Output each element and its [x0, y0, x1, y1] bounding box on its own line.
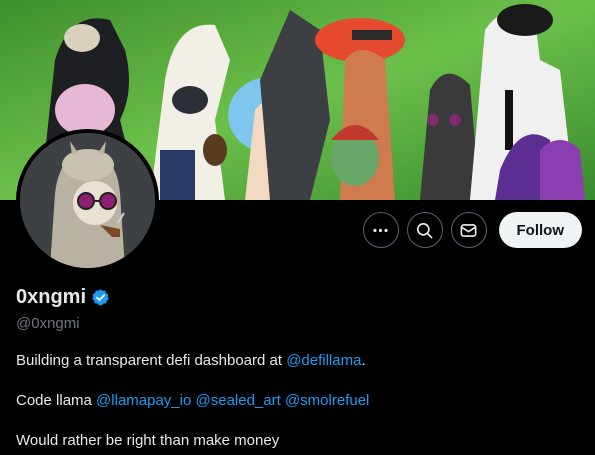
search-button[interactable] [406, 212, 443, 248]
mention-link[interactable]: @sealed_art [196, 392, 281, 409]
bio-text: . [361, 352, 366, 369]
bio-text: Code llama [16, 392, 97, 409]
mention-link[interactable]: @smolrefuel [285, 392, 369, 409]
display-name: 0xngmi [16, 286, 87, 308]
name-row: 0xngmi [16, 286, 581, 309]
search-icon [416, 222, 433, 238]
message-icon [460, 223, 477, 237]
profile-info: 0xngmi @0xngmi Building a transparent de… [16, 286, 581, 455]
profile-actions: Follow [362, 212, 582, 248]
profile-bio: Building a transparent defi dashboard at… [16, 351, 581, 451]
bio-line-2: Code llama @llamapay_io @sealed_art @smo… [16, 391, 581, 411]
mention-link[interactable]: @defillama [286, 352, 361, 369]
verified-badge-icon[interactable] [91, 288, 110, 307]
bio-line-1: Building a transparent defi dashboard at… [16, 351, 581, 371]
bio-text: Building a transparent defi dashboard at [16, 352, 287, 369]
mention-link[interactable]: @llamapay_io [96, 392, 191, 409]
user-handle: @0xngmi [16, 315, 80, 332]
follow-button[interactable]: Follow [498, 212, 582, 248]
message-button[interactable] [450, 212, 487, 248]
bio-line-3: Would rather be right than make money [16, 432, 280, 449]
more-icon [373, 228, 388, 232]
more-button[interactable] [362, 212, 399, 248]
profile-avatar[interactable] [16, 129, 159, 272]
